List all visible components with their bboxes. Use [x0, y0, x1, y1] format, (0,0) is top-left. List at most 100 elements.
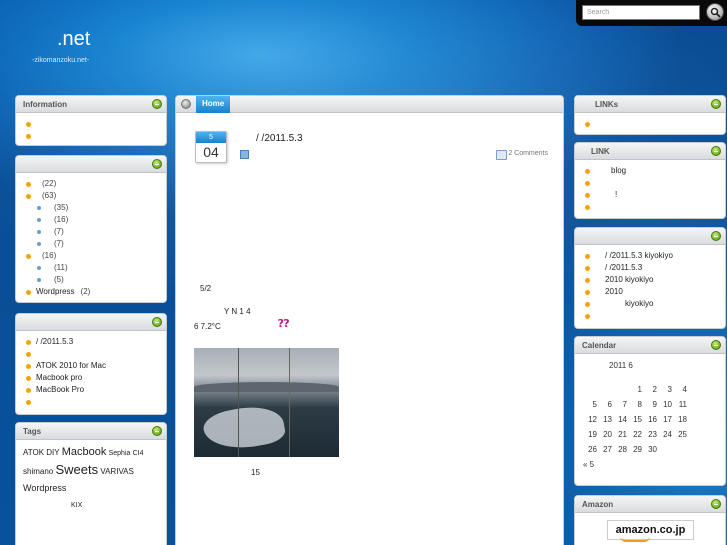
tag-link[interactable]: Sweets [55, 462, 98, 477]
comment-item[interactable]: 2010 [583, 286, 717, 298]
search-input[interactable] [582, 5, 700, 20]
recent-comments-list: / /2011.5.3 kiyokiyo / /2011.5.3 2010 ki… [575, 245, 725, 326]
search-icon [710, 7, 721, 18]
category-item[interactable]: (7) [24, 226, 158, 238]
category-item[interactable]: (11) [24, 262, 158, 274]
links-widget: LINKs [574, 95, 726, 135]
post-photo[interactable] [194, 348, 339, 457]
collapse-icon[interactable] [181, 99, 191, 109]
comment-item[interactable]: kiyokiyo [583, 298, 717, 310]
calendar-day[interactable]: 26 [583, 442, 597, 457]
main-tabbar: Home [176, 96, 563, 113]
calendar-day[interactable]: 5 [583, 397, 597, 412]
list-item[interactable] [24, 130, 158, 142]
recent-post-link[interactable] [24, 348, 158, 360]
calendar-day[interactable]: 6 [598, 397, 612, 412]
recent-post-link[interactable] [24, 396, 158, 408]
list-item[interactable] [583, 118, 717, 130]
toggle-icon[interactable] [152, 317, 162, 327]
tag-link[interactable]: VARIVAS [100, 467, 134, 476]
categories-widget: (22) (63) (35) (16) (7) (7) (16) (11) (5) Wordpre… [15, 155, 167, 303]
category-item[interactable]: (16) [24, 250, 158, 262]
calendar-day[interactable]: 8 [628, 397, 642, 412]
post-title[interactable]: / /2011.5.3 [256, 133, 303, 144]
toggle-icon[interactable] [711, 499, 721, 509]
calendar-day[interactable]: 22 [628, 427, 642, 442]
calendar-day[interactable]: 25 [673, 427, 687, 442]
link-item[interactable]: blog [583, 165, 717, 177]
confused-face-icon: ⁇ [278, 317, 289, 328]
recent-posts-list: / /2011.5.3 ATOK 2010 for Mac Macbook pr… [16, 331, 166, 412]
widget-title [16, 156, 166, 173]
calendar-day[interactable]: 23 [643, 427, 657, 442]
category-item[interactable]: (16) [24, 214, 158, 226]
tag-link[interactable]: DIY [46, 448, 59, 457]
comment-item[interactable]: 2010 kiyokiyo [583, 274, 717, 286]
calendar-day[interactable]: 17 [658, 412, 672, 427]
category-item[interactable]: (22) [24, 178, 158, 190]
link-item[interactable] [583, 201, 717, 213]
category-count: (22) [42, 179, 57, 188]
tag-link[interactable]: ATOK [23, 448, 44, 457]
tab-home[interactable]: Home [196, 96, 231, 113]
calendar-day[interactable]: 1 [628, 382, 642, 397]
toggle-icon[interactable] [711, 146, 721, 156]
recent-post-link[interactable]: / /2011.5.3 [24, 336, 158, 348]
calendar-day[interactable]: 24 [658, 427, 672, 442]
calendar-day[interactable]: 19 [583, 427, 597, 442]
links-list [575, 113, 725, 134]
calendar-day[interactable]: 21 [613, 427, 627, 442]
toggle-icon[interactable] [152, 99, 162, 109]
list-item[interactable] [24, 118, 158, 130]
comments-link[interactable]: 2 Comments [496, 150, 548, 160]
search-button[interactable] [706, 3, 724, 21]
calendar-day[interactable]: 13 [598, 412, 612, 427]
recent-post-link[interactable]: ATOK 2010 for Mac [24, 360, 158, 372]
calendar-day[interactable]: 10 [658, 397, 672, 412]
site-title[interactable]: .net [57, 28, 90, 51]
tag-link[interactable]: Wordpress [23, 483, 66, 493]
calendar-day[interactable]: 18 [673, 412, 687, 427]
category-count: (35) [54, 203, 69, 212]
calendar-day[interactable]: 7 [613, 397, 627, 412]
link-item[interactable]: ! [583, 189, 717, 201]
calendar-prev-link[interactable]: « 5 [583, 457, 717, 472]
widget-title: Amazon [575, 496, 725, 513]
toggle-icon[interactable] [711, 99, 721, 109]
toggle-icon[interactable] [711, 231, 721, 241]
calendar-day[interactable]: 2 [643, 382, 657, 397]
tag-link[interactable]: shimano [23, 467, 53, 476]
calendar-day[interactable]: 15 [628, 412, 642, 427]
comment-item[interactable]: / /2011.5.3 [583, 262, 717, 274]
tag-link[interactable]: Sephia [109, 450, 131, 457]
calendar-day[interactable]: 11 [673, 397, 687, 412]
category-item[interactable]: (63) [24, 190, 158, 202]
link-item[interactable] [583, 177, 717, 189]
category-item[interactable]: (5) [24, 274, 158, 286]
calendar-day[interactable]: 4 [673, 382, 687, 397]
toggle-icon[interactable] [711, 340, 721, 350]
recent-post-link[interactable]: MacBook Pro [24, 384, 158, 396]
category-item[interactable]: (7) [24, 238, 158, 250]
recent-post-link[interactable]: Macbook pro [24, 372, 158, 384]
calendar-day[interactable]: 12 [583, 412, 597, 427]
calendar-day[interactable]: 14 [613, 412, 627, 427]
tag-link[interactable]: Macbook [62, 446, 107, 458]
toggle-icon[interactable] [152, 426, 162, 436]
calendar-day[interactable]: 29 [628, 442, 642, 457]
toggle-icon[interactable] [152, 159, 162, 169]
category-item[interactable]: Wordpress (2) [24, 286, 158, 298]
category-item[interactable]: (35) [24, 202, 158, 214]
calendar-day[interactable]: 9 [643, 397, 657, 412]
comment-item[interactable] [583, 310, 717, 322]
calendar-day[interactable]: 3 [658, 382, 672, 397]
site-tagline: -zikomanzoku.net- [32, 57, 90, 64]
calendar-day[interactable]: 16 [643, 412, 657, 427]
tag-link[interactable]: CI4 [133, 450, 144, 457]
calendar-day[interactable]: 28 [613, 442, 627, 457]
calendar-day[interactable]: 20 [598, 427, 612, 442]
calendar-day[interactable]: 30 [643, 442, 657, 457]
comment-item[interactable]: / /2011.5.3 kiyokiyo [583, 250, 717, 262]
calendar-day[interactable]: 27 [598, 442, 612, 457]
tag-link[interactable]: KIX [71, 502, 82, 509]
